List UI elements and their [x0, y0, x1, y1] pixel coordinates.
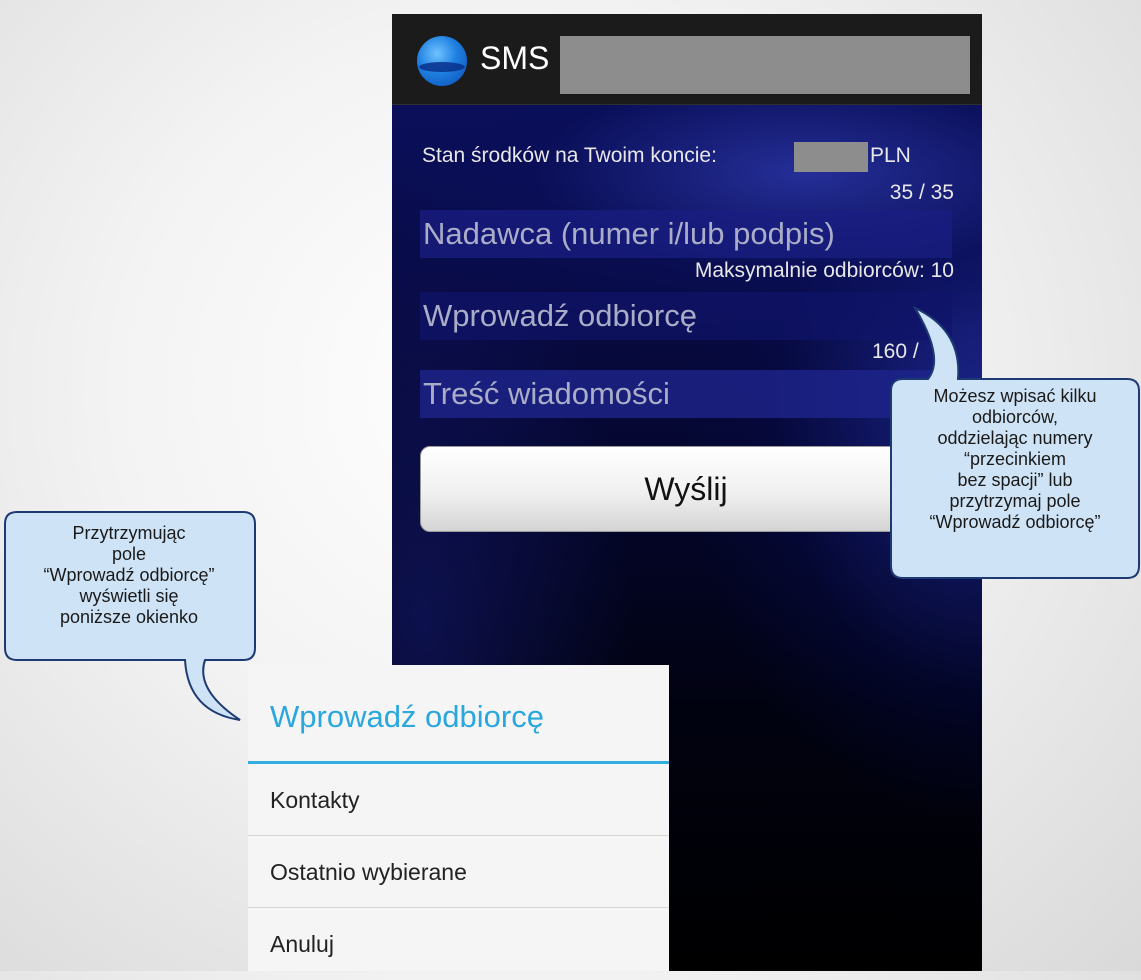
dialog-item-cancel[interactable]: Anuluj: [248, 908, 669, 980]
callout-left-line: wyświetli się: [79, 586, 179, 606]
balance-currency: PLN: [870, 144, 911, 167]
callout-left-line: Przytrzymując: [72, 523, 186, 543]
callout-left-line: “Wprowadź odbiorcę”: [43, 565, 215, 585]
callout-left-text: Przytrzymując pole “Wprowadź odbiorcę” w…: [6, 523, 252, 628]
max-recipients-label: Maksymalnie odbiorców: 10: [694, 259, 954, 282]
callout-right-line: oddzielając numery: [937, 428, 1093, 448]
sender-input[interactable]: Nadawca (numer i/lub podpis): [420, 210, 952, 258]
dialog-item-contacts[interactable]: Kontakty: [248, 764, 669, 836]
balance-label: Stan środków na Twoim koncie:: [422, 144, 717, 167]
message-input[interactable]: Treść wiadomości: [420, 370, 952, 418]
redacted-balance: [794, 142, 868, 172]
sender-char-counter: 35 / 35: [889, 181, 954, 204]
recipient-input[interactable]: Wprowadź odbiorcę: [420, 292, 952, 340]
callout-right-line: odbiorców,: [971, 407, 1059, 427]
send-button[interactable]: Wyślij: [420, 446, 952, 532]
app-logo-icon: [417, 36, 467, 86]
callout-right-text: Możesz wpisać kilku odbiorców, oddzielaj…: [893, 386, 1137, 533]
dialog-title: Wprowadź odbiorcę: [270, 699, 544, 734]
callout-left-line: poniższe okienko: [59, 607, 199, 627]
callout-right-line: “przecinkiem: [963, 449, 1067, 469]
callout-right-line: bez spacji” lub: [957, 470, 1073, 490]
message-char-counter: 160 /: [872, 340, 919, 363]
dialog-item-recent[interactable]: Ostatnio wybierane: [248, 836, 669, 908]
app-title: SMS: [480, 40, 550, 76]
recipient-dialog: Wprowadź odbiorcę Kontakty Ostatnio wybi…: [248, 665, 669, 971]
callout-right-line: “Wprowadź odbiorcę”: [929, 512, 1101, 532]
callout-right-line: Możesz wpisać kilku: [933, 386, 1097, 406]
callout-left-line: pole: [111, 544, 147, 564]
callout-right-line: przytrzymaj pole: [949, 491, 1081, 511]
redacted-block: [560, 36, 970, 94]
action-bar: SMS: [392, 14, 982, 105]
